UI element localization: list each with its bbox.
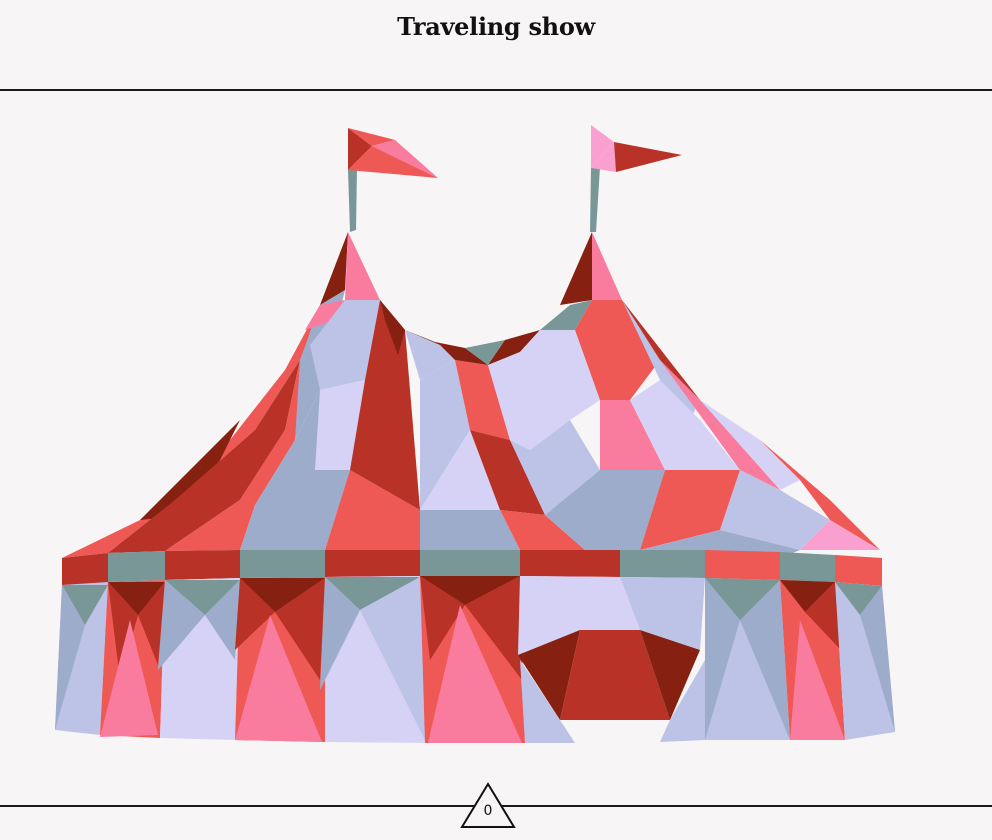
circus-tent-illustration[interactable] (0, 91, 992, 805)
left-flag (348, 128, 438, 232)
tent-roof (62, 232, 880, 558)
right-flag (590, 125, 682, 232)
page-title: Traveling show (397, 12, 595, 41)
score-value: 0 (483, 803, 493, 819)
score-badge[interactable]: 0 (460, 781, 516, 831)
tent-wall (55, 576, 895, 743)
